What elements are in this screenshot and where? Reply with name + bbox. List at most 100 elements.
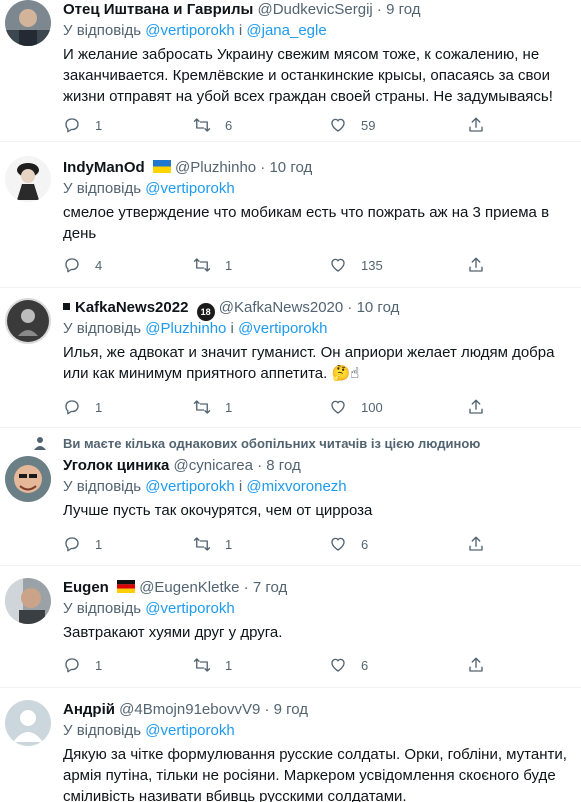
user-handle[interactable]: @KafkaNews2020 <box>219 299 343 316</box>
reply-and: і <box>230 320 234 337</box>
retweet-button[interactable]: 1 <box>193 535 232 553</box>
retweet-count: 1 <box>225 536 233 552</box>
avatar[interactable] <box>5 0 51 46</box>
share-button[interactable] <box>467 256 485 274</box>
reply-button[interactable]: 1 <box>63 398 102 416</box>
timestamp[interactable]: 10 год <box>269 159 312 176</box>
retweet-icon <box>193 400 211 414</box>
tweet-header: Уголок циника @cynicarea · 8 год <box>63 456 571 476</box>
separator: · <box>257 457 263 474</box>
like-button[interactable]: 135 <box>329 256 383 274</box>
share-icon <box>469 117 483 132</box>
tweet-header: IndyManOd @Pluzhinho · 10 год <box>63 158 571 178</box>
reply-prefix: У відповідь <box>63 320 142 337</box>
like-count: 6 <box>361 657 369 673</box>
like-icon <box>331 658 345 672</box>
tweet-text: смелое утверждение что мобикам есть что … <box>63 204 550 242</box>
tweet-1[interactable]: Отец Иштвана и Гаврилы @DudkevicSergij ·… <box>0 0 581 142</box>
avatar[interactable] <box>5 700 51 746</box>
reply-mention[interactable]: @vertiporokh <box>145 22 234 39</box>
tweet-2[interactable]: IndyManOd @Pluzhinho · 10 год У відповід… <box>0 142 581 288</box>
tweet-text: И желание забросать Украину свежим мясом… <box>63 46 553 105</box>
display-name[interactable]: Отец Иштвана и Гаврилы <box>63 1 253 18</box>
reply-mention[interactable]: @vertiporokh <box>238 320 327 337</box>
share-button[interactable] <box>467 535 485 553</box>
reply-mention[interactable]: @Pluzhinho <box>145 320 226 337</box>
retweet-icon <box>193 537 211 551</box>
user-handle[interactable]: @DudkevicSergij <box>257 1 372 18</box>
tweet-actions: 4 1 135 <box>63 256 493 276</box>
timestamp[interactable]: 9 год <box>274 701 308 718</box>
display-name[interactable]: IndyManOd <box>63 159 145 176</box>
reply-mention[interactable]: @vertiporokh <box>145 180 234 197</box>
reply-button[interactable]: 1 <box>63 535 102 553</box>
like-button[interactable]: 100 <box>329 398 383 416</box>
tweet-text: Лучше пусть так окочурятся, чем от цирро… <box>63 502 373 519</box>
tweet-3[interactable]: KafkaNews2022 18 @KafkaNews2020 · 10 год… <box>0 288 581 428</box>
square-icon <box>63 303 70 310</box>
reply-context: У відповідь @vertiporokh <box>63 179 571 199</box>
display-name[interactable]: Андрій <box>63 701 115 718</box>
user-handle[interactable]: @4Bmojn91ebovvV9 <box>119 701 260 718</box>
avatar[interactable] <box>5 156 51 202</box>
retweet-count: 1 <box>225 399 233 415</box>
mutual-note-text: Ви маєте кілька однакових обопільних чит… <box>63 436 481 451</box>
reply-mention[interactable]: @vertiporokh <box>145 600 234 617</box>
tweet-4[interactable]: Ви маєте кілька однакових обопільних чит… <box>0 428 581 566</box>
display-name[interactable]: Eugen <box>63 579 109 596</box>
tweet-6[interactable]: Андрій @4Bmojn91ebovvV9 · 9 год У відпов… <box>0 688 581 802</box>
user-handle[interactable]: @cynicarea <box>174 457 253 474</box>
share-button[interactable] <box>467 116 485 134</box>
retweet-button[interactable]: 1 <box>193 256 232 274</box>
retweet-button[interactable]: 1 <box>193 656 232 674</box>
like-count: 59 <box>361 117 376 133</box>
tweet-actions: 1 1 6 <box>63 656 493 676</box>
reply-mention[interactable]: @jana_egle <box>246 22 326 39</box>
tweet-text: Завтракают хуями друг у друга. <box>63 624 283 641</box>
timestamp[interactable]: 9 год <box>386 1 420 18</box>
like-count: 100 <box>361 399 383 415</box>
user-handle[interactable]: @EugenKletke <box>139 579 239 596</box>
person-icon <box>34 437 46 450</box>
reply-icon <box>65 537 79 552</box>
retweet-button[interactable]: 6 <box>193 116 232 134</box>
like-button[interactable]: 6 <box>329 656 368 674</box>
reply-prefix: У відповідь <box>63 180 142 197</box>
timestamp[interactable]: 7 год <box>253 579 287 596</box>
like-button[interactable]: 59 <box>329 116 375 134</box>
tweet-text: Дякую за чітке формулювання русские солд… <box>63 746 567 802</box>
tweet-header: Отец Иштвана и Гаврилы @DudkevicSergij ·… <box>63 0 571 20</box>
share-icon <box>469 657 483 672</box>
reply-mention[interactable]: @mixvoronezh <box>246 478 346 495</box>
like-icon <box>331 258 345 272</box>
timestamp[interactable]: 10 год <box>357 299 400 316</box>
like-button[interactable]: 6 <box>329 535 368 553</box>
separator: · <box>264 701 270 718</box>
reply-mention[interactable]: @vertiporokh <box>145 722 234 739</box>
avatar[interactable] <box>5 298 51 344</box>
share-icon <box>469 536 483 551</box>
tweet-header: Андрій @4Bmojn91ebovvV9 · 9 год <box>63 700 571 720</box>
reply-count: 1 <box>95 536 103 552</box>
reply-button[interactable]: 1 <box>63 656 102 674</box>
reply-button[interactable]: 1 <box>63 116 102 134</box>
like-count: 135 <box>361 257 383 273</box>
timestamp[interactable]: 8 год <box>266 457 300 474</box>
share-button[interactable] <box>467 398 485 416</box>
reply-mention[interactable]: @vertiporokh <box>145 478 234 495</box>
share-button[interactable] <box>467 656 485 674</box>
germany-flag-icon <box>117 580 136 593</box>
reply-prefix: У відповідь <box>63 722 142 739</box>
retweet-button[interactable]: 1 <box>193 398 232 416</box>
avatar[interactable] <box>5 578 51 624</box>
display-name[interactable]: Уголок циника <box>63 457 169 474</box>
user-handle[interactable]: @Pluzhinho <box>175 159 256 176</box>
reply-button[interactable]: 4 <box>63 256 102 274</box>
reply-context: У відповідь @vertiporokh і @jana_egle <box>63 21 571 41</box>
retweet-icon <box>193 258 211 272</box>
tweet-text: Илья, же адвокат и значит гуманист. Он а… <box>63 344 555 382</box>
display-name[interactable]: KafkaNews2022 <box>75 299 188 316</box>
tweet-5[interactable]: Eugen @EugenKletke · 7 год У відповідь @… <box>0 566 581 688</box>
avatar[interactable] <box>5 456 51 502</box>
mutual-followers-note: Ви маєте кілька однакових обопільних чит… <box>0 434 581 454</box>
